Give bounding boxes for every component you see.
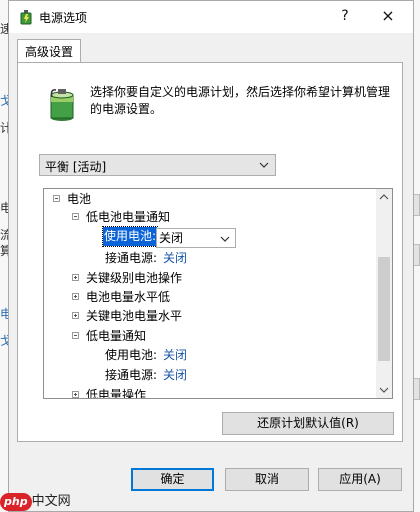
tree-item-label: 低电量通知 <box>86 329 147 343</box>
collapse-icon[interactable] <box>72 213 79 220</box>
plan-description: 选择你要自定义的电源计划，然后选择你希望计算机管理的电源设置。 <box>90 85 391 116</box>
power-options-dialog: 电源选项 ? × 高级设置 选择你要自定义的电源计划，然后选择你希望计算机管理的… <box>8 0 414 512</box>
background-control <box>413 244 420 266</box>
setting-label: 使用电池: <box>105 348 158 362</box>
title-bar[interactable]: 电源选项 ? × <box>9 1 413 33</box>
expand-icon[interactable] <box>72 293 79 300</box>
tab-advanced-settings[interactable]: 高级设置 <box>17 39 81 64</box>
tree-item-label: 关键电池电量水平 <box>86 309 183 323</box>
tree-item-on-battery[interactable]: 使用电池: 关闭 <box>44 226 244 249</box>
help-button[interactable]: ? <box>331 5 359 27</box>
scroll-down-icon[interactable] <box>379 386 389 394</box>
power-options-icon <box>20 10 32 25</box>
on-battery-select[interactable]: 关闭 <box>156 228 236 248</box>
setting-value-link[interactable]: 关闭 <box>163 249 187 268</box>
tree-item-label: 电池 <box>67 192 92 206</box>
setting-label: 使用电池: <box>101 226 159 247</box>
ok-button[interactable]: 确定 <box>131 468 214 491</box>
tree-item-label: 电池电量水平低 <box>86 290 171 304</box>
settings-tree[interactable]: 电池 低电池电量通知 使用电池: 关闭 接通电源: 关闭 关键级别电池操作 电池… <box>43 188 393 399</box>
restore-defaults-button[interactable]: 还原计划默认值(R) <box>222 412 394 435</box>
battery-icon <box>50 89 74 121</box>
background-control <box>413 194 420 216</box>
close-button[interactable]: × <box>374 5 402 27</box>
expand-icon[interactable] <box>72 312 79 319</box>
scroll-up-icon[interactable] <box>379 193 389 201</box>
collapse-icon[interactable] <box>72 332 79 339</box>
background-control <box>413 378 420 400</box>
chevron-down-icon <box>259 162 269 168</box>
watermark-badge: php <box>0 493 32 511</box>
advanced-settings-panel: 选择你要自定义的电源计划，然后选择你希望计算机管理的电源设置。 平衡 [活动] … <box>17 62 403 442</box>
apply-button[interactable]: 应用(A) <box>318 468 402 491</box>
cancel-button[interactable]: 取消 <box>225 468 309 491</box>
expand-icon[interactable] <box>72 274 79 281</box>
setting-label: 接通电源: <box>105 368 158 382</box>
setting-label: 接通电源: <box>105 251 158 265</box>
expand-icon[interactable] <box>72 391 79 398</box>
power-plan-value: 平衡 [活动] <box>45 160 107 174</box>
setting-value-link[interactable]: 关闭 <box>163 366 187 385</box>
watermark-text: 中文网 <box>31 494 71 509</box>
watermark-logo: php 中文网 <box>0 493 72 511</box>
collapse-icon[interactable] <box>53 195 60 202</box>
tree-item-label: 关键级别电池操作 <box>86 271 183 285</box>
tree-scrollbar[interactable] <box>376 189 392 398</box>
scrollbar-thumb[interactable] <box>378 257 390 361</box>
tree-item-label: 低电池电量通知 <box>86 210 171 224</box>
chevron-down-icon <box>220 236 230 242</box>
tree-item-label: 低电量操作 <box>86 388 147 399</box>
on-battery-value: 关闭 <box>159 231 184 245</box>
power-plan-select[interactable]: 平衡 [活动] <box>39 154 276 176</box>
dialog-title: 电源选项 <box>39 11 88 25</box>
setting-value-link[interactable]: 关闭 <box>163 346 187 365</box>
